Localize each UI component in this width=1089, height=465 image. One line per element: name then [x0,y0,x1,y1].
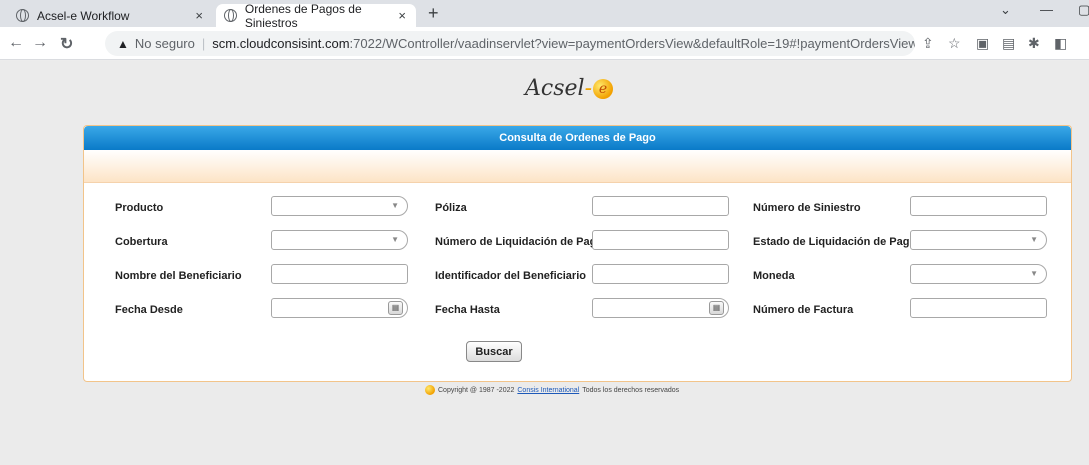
estado-liquidacion-select[interactable]: ▼ [910,230,1047,250]
logo-text: Acsel [525,76,585,101]
consis-logo-icon [425,385,435,395]
minimize-icon[interactable]: — [1040,2,1053,17]
sidepanel-icon[interactable]: ◧ [1054,35,1067,52]
numero-siniestro-input[interactable] [910,196,1047,216]
chevron-down-icon[interactable]: ⌄ [1000,2,1011,18]
producto-label: Producto [115,202,164,214]
close-icon[interactable]: × [195,8,203,23]
chevron-down-icon: ▼ [1030,269,1038,278]
calendar-icon[interactable]: ▦ [388,301,403,315]
moneda-select[interactable]: ▼ [910,264,1047,284]
globe-icon [16,9,29,22]
numero-siniestro-label: Número de Siniestro [753,202,861,214]
fecha-desde-label: Fecha Desde [115,304,183,316]
footer: Copyright @ 1987 -2022 Consis Internatio… [425,385,679,395]
logo-dash: - [584,76,592,101]
calendar-icon[interactable]: ▦ [709,301,724,315]
divider: | [201,36,206,51]
identificador-beneficiario-label: Identificador del Beneficiario [435,270,586,282]
extension-icon[interactable]: ▣ [976,35,989,52]
security-status: No seguro [134,36,195,51]
numero-factura-input[interactable] [910,298,1047,318]
copyright-text: Copyright @ 1987 -2022 [438,386,515,394]
reload-icon[interactable]: ↻ [60,34,73,54]
numero-factura-label: Número de Factura [753,304,854,316]
tab-ordenes-pagos[interactable]: Ordenes de Pagos de Siniestros × [216,1,416,30]
numero-liquidacion-label: Número de Liquidación de Pago [435,236,604,248]
moneda-label: Moneda [753,270,795,282]
close-icon[interactable]: × [398,8,406,23]
browser-tab-bar: Acsel-e Workflow × Ordenes de Pagos de S… [0,0,1089,30]
nombre-beneficiario-label: Nombre del Beneficiario [115,270,242,282]
numero-liquidacion-input[interactable] [592,230,729,250]
cobertura-select[interactable]: ▼ [271,230,408,250]
chevron-down-icon: ▼ [1030,235,1038,244]
fecha-hasta-label: Fecha Hasta [435,304,500,316]
acsel-logo: Acsel - e [525,76,613,101]
fecha-desde-input[interactable]: ▦ [271,298,408,318]
producto-select[interactable]: ▼ [271,196,408,216]
chevron-down-icon: ▼ [391,235,399,244]
globe-icon [224,9,237,22]
chevron-down-icon: ▼ [391,201,399,210]
panel-title: Consulta de Ordenes de Pago [84,126,1071,150]
cast-icon[interactable]: ▤ [1002,35,1015,52]
url-host: scm.cloudconsisint.com [212,36,350,51]
fecha-hasta-input[interactable]: ▦ [592,298,729,318]
new-tab-button[interactable]: + [428,3,439,24]
forward-icon[interactable]: → [32,34,48,52]
identificador-beneficiario-input[interactable] [592,264,729,284]
nombre-beneficiario-input[interactable] [271,264,408,284]
consis-link[interactable]: Consis International [517,387,579,394]
logo-e-icon: e [593,78,613,99]
cobertura-label: Cobertura [115,236,168,248]
search-panel: Consulta de Ordenes de Pago Producto ▼ C… [83,125,1072,382]
panel-subheader [84,150,1071,183]
poliza-input[interactable] [592,196,729,216]
browser-toolbar: ← → ↻ ▲ No seguro | scm.cloudconsisint.c… [0,27,1089,60]
page-content: Acsel - e Consulta de Ordenes de Pago Prod… [0,61,1089,465]
url-path: :7022/WController/vaadinservlet?view=pay… [349,36,915,51]
poliza-label: Póliza [435,202,467,214]
rights-text: Todos los derechos reservados [582,386,680,394]
address-bar[interactable]: ▲ No seguro | scm.cloudconsisint.com :70… [105,31,915,56]
estado-liquidacion-label: Estado de Liquidación de Pago [753,236,917,248]
bookmark-star-icon[interactable]: ☆ [948,35,961,52]
warning-icon: ▲ [117,36,129,51]
buscar-button[interactable]: Buscar [466,341,522,362]
tab-acsel-workflow[interactable]: Acsel-e Workflow × [8,4,213,27]
back-icon[interactable]: ← [8,34,24,52]
share-icon[interactable]: ⇪ [922,35,934,52]
puzzle-icon[interactable]: ✱ [1028,35,1040,52]
tab-title: Ordenes de Pagos de Siniestros [244,1,362,30]
restore-icon[interactable]: ▢ [1078,2,1089,18]
tab-title: Acsel-e Workflow [37,8,130,23]
